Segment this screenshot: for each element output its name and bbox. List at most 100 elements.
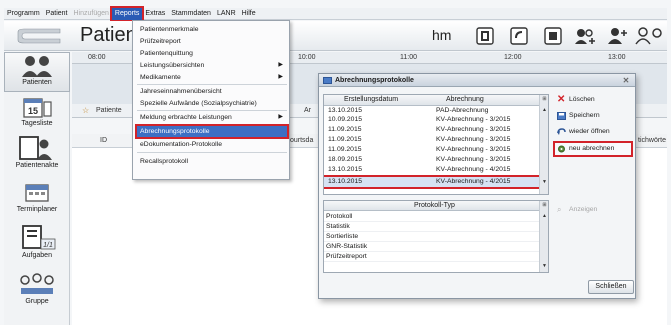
billing-list: Erstellungsdatum Abrechnung 13.10.2015 PA… [323, 94, 549, 195]
table-settings-icon[interactable]: ⊞ [541, 96, 548, 103]
list-item[interactable]: Sortierliste [324, 232, 540, 242]
list-item[interactable]: Protokoll [324, 212, 540, 222]
scroll-down-icon[interactable]: ▼ [541, 179, 548, 186]
menu-patient[interactable]: Patient [43, 8, 71, 20]
nav-label-aufgaben: Aufgaben [22, 252, 52, 259]
menu-item-meldung-leistungen[interactable]: Meldung erbrachte Leistungen ▶ [137, 112, 287, 123]
menu-item-recallsprotokoll[interactable]: Recallsprotokoll [137, 156, 287, 167]
menu-item-patientenquittung[interactable]: Patientenquittung [137, 48, 287, 59]
menu-reports[interactable]: Reports [109, 5, 145, 22]
protocol-list-scrollbar[interactable]: ⊞ ▲ ▼ [539, 201, 548, 272]
scroll-down-icon[interactable]: ▼ [541, 263, 548, 270]
dialog-title: Abrechnungsprotokolle [335, 77, 414, 84]
application-window: Programm Patient Hinzufügen Reports Extr… [0, 0, 671, 325]
app-logo-icon [17, 28, 61, 44]
user-initials[interactable]: hm [432, 27, 451, 43]
list-item[interactable]: 11.09.2015 KV-Abrechnung - 3/2015 [324, 125, 540, 134]
card-reader-icon[interactable] [474, 26, 498, 46]
menu-separator [137, 124, 287, 125]
patient-file-icon [19, 136, 52, 160]
list-item[interactable]: 13.10.2015 KV-Abrechnung - 4/2015 [324, 165, 540, 174]
person-search-icon[interactable] [634, 26, 667, 46]
menu-separator [137, 84, 287, 85]
tab-patienten[interactable]: Patiente [96, 107, 122, 114]
list-item[interactable]: 11.09.2015 KV-Abrechnung - 3/2015 [324, 135, 540, 144]
menu-item-spezielle-aufwaende[interactable]: Spezielle Aufwände (Sozialpsychiatrie) [137, 98, 287, 109]
reopen-button[interactable]: wieder öffnen [555, 126, 631, 138]
billing-protocols-dialog: Abrechnungsprotokolle ✕ Erstellungsdatum… [318, 73, 636, 299]
column-erstellungsdatum[interactable]: Erstellungsdatum [344, 96, 398, 103]
menu-separator [137, 110, 287, 111]
column-abrechnung[interactable]: Abrechnung [446, 96, 484, 103]
menu-extras[interactable]: Extras [142, 8, 168, 20]
menu-hinzufuegen: Hinzufügen [73, 9, 109, 17]
nav-patientenakte[interactable]: Patientenakte [4, 134, 70, 174]
billing-list-header: Erstellungsdatum Abrechnung [324, 95, 540, 106]
save-disk-icon [557, 112, 566, 120]
nav-label-gruppe: Gruppe [25, 298, 49, 305]
column-protokoll-typ[interactable]: Protokoll-Typ [414, 202, 455, 209]
scroll-up-icon[interactable]: ▲ [541, 107, 548, 114]
dialog-titlebar[interactable]: Abrechnungsprotokolle ✕ [319, 74, 635, 87]
submenu-arrow-icon: ▶ [278, 62, 283, 68]
scan-icon[interactable] [508, 26, 532, 46]
nav-patienten[interactable]: Patienten [4, 52, 70, 92]
nav-aufgaben[interactable]: 1/1 Aufgaben [4, 224, 70, 266]
list-item[interactable]: Statistik [324, 222, 540, 232]
column-birthdate[interactable]: ourtsda [290, 137, 313, 144]
menu-separator [137, 152, 287, 153]
menu-item-medikamente[interactable]: Medikamente ▶ [137, 72, 287, 83]
menu-programm[interactable]: Programm [4, 8, 43, 20]
billing-list-scrollbar[interactable]: ⊞ ▲ ▼ [539, 95, 548, 194]
nav-terminplaner[interactable]: Terminplaner [4, 180, 70, 220]
list-item[interactable]: 11.09.2015 KV-Abrechnung - 3/2015 [324, 145, 540, 154]
nav-gruppe[interactable]: Gruppe [4, 272, 70, 312]
list-item[interactable]: 10.09.2015 KV-Abrechnung - 3/2015 [324, 115, 540, 124]
submenu-arrow-icon: ▶ [278, 114, 283, 120]
menu-item-jahreseinnahmen[interactable]: Jahreseinnahmenübersicht [137, 86, 287, 97]
calendar-day: 15 [28, 106, 38, 116]
time-tick: 12:00 [504, 54, 522, 61]
menu-item-patientenmerkmale[interactable]: Patientenmerkmale [137, 24, 287, 35]
person-add-icon[interactable] [606, 26, 630, 46]
menu-stammdaten[interactable]: Stammdaten [168, 8, 214, 20]
tasks-icon: 1/1 [22, 225, 56, 250]
time-tick: 13:00 [608, 54, 626, 61]
module-icon[interactable] [542, 26, 566, 46]
protocol-type-header: Protokoll-Typ [324, 201, 540, 211]
table-settings-icon[interactable]: ⊞ [541, 202, 548, 209]
time-tick: 08:00 [88, 54, 106, 61]
list-item[interactable]: 18.09.2015 KV-Abrechnung - 3/2015 [324, 155, 540, 164]
protocol-type-list: Protokoll-Typ Protokoll Statistik Sortie… [323, 200, 549, 273]
close-icon[interactable]: ✕ [621, 76, 631, 85]
scroll-up-icon[interactable]: ▲ [541, 213, 548, 220]
list-item[interactable]: 13.10.2015 PAD-Abrechnung [324, 106, 540, 115]
delete-x-icon: ✕ [557, 94, 566, 105]
nav-label-tagesliste: Tagesliste [21, 120, 53, 127]
close-button[interactable]: Schließen [588, 280, 634, 294]
nav-tagesliste[interactable]: 15 Tagesliste [4, 96, 70, 130]
list-item-selected[interactable]: 13.10.2015 KV-Abrechnung - 4/2015 [324, 175, 542, 189]
list-item[interactable]: Prüfzeitreport [324, 252, 540, 262]
save-button[interactable]: Speichern [555, 110, 631, 122]
column-keywords[interactable]: tichwörte [638, 137, 666, 144]
group-icon [20, 273, 54, 294]
left-navigation: Patienten 15 Tagesliste Patientenakte Te… [4, 52, 70, 325]
reports-dropdown-menu: Patientenmerkmale Prüfzeitreport Patient… [132, 20, 290, 180]
menu-hilfe[interactable]: Hilfe [239, 8, 259, 20]
menu-lanr[interactable]: LANR [214, 8, 239, 20]
column-id[interactable]: ID [100, 137, 107, 144]
patients-icon [22, 56, 52, 77]
menu-item-edokumentation[interactable]: eDokumentation-Protokolle [137, 139, 287, 150]
list-item[interactable]: GNR-Statistik [324, 242, 540, 252]
column-fragment: Ar [304, 107, 311, 114]
menu-item-leistungsuebersichten[interactable]: Leistungsübersichten ▶ [137, 60, 287, 71]
recalculate-button[interactable]: neu abrechnen [553, 141, 633, 157]
group-add-icon[interactable] [574, 26, 598, 46]
time-tick: 11:00 [400, 54, 417, 61]
toolbar: Patient hm [4, 21, 667, 51]
tasks-badge: 1/1 [43, 242, 53, 249]
menu-item-pruefzeitreport[interactable]: Prüfzeitreport [137, 36, 287, 47]
menu-item-abrechnungsprotokolle[interactable]: Abrechnungsprotokolle [135, 124, 289, 139]
delete-button[interactable]: ✕ Löschen [555, 94, 631, 106]
